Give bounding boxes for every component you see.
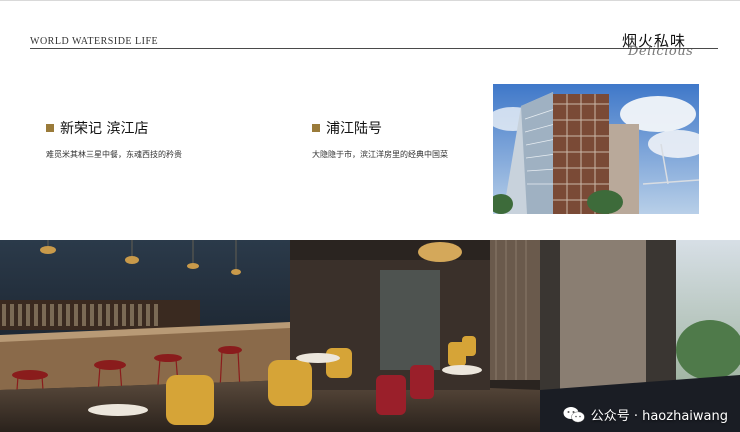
square-marker-icon [46,124,54,132]
restaurant-panel-1: 新荣记 滨江店 难觅米其林三星中餐，东魂西技的矜贵 [46,118,256,162]
watermark-text: 公众号 · haozhaiwang [590,409,728,424]
header-divider [30,48,718,49]
watermark: 公众号 · haozhaiwang [563,405,728,424]
brand-tagline: WORLD WATERSIDE LIFE [30,36,159,47]
top-border [0,0,740,1]
restaurant-panel-2: 浦江陆号 大隐隐于市，滨江洋房里的经典中国菜 [312,118,522,162]
restaurant-name: 浦江陆号 [326,121,382,137]
interior-illustration [0,240,740,432]
restaurant-interior-photo: 公众号 · haozhaiwang [0,240,740,432]
building-photo-illustration [493,84,699,214]
restaurant-description: 大隐隐于市，滨江洋房里的经典中国菜 [312,150,448,159]
wechat-logo-icon [563,406,585,422]
restaurant-description: 难觅米其林三星中餐，东魂西技的矜贵 [46,150,182,159]
section-title-script: Delicious [628,44,694,59]
square-marker-icon [312,124,320,132]
restaurant-name: 新荣记 滨江店 [60,121,149,137]
building-photo [493,84,699,214]
